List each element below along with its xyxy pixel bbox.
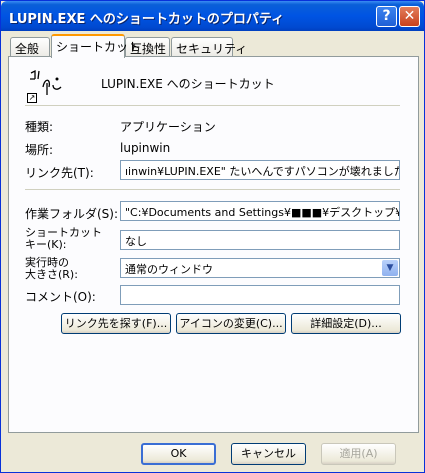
shortcut-name: LUPIN.EXE へのショートカット: [101, 77, 275, 91]
location-label: 場所:: [25, 143, 54, 157]
help-button[interactable]: ?: [376, 6, 397, 27]
run-select[interactable]: 通常のウィンドウ ▼: [120, 258, 400, 278]
comment-label: コメント(O):: [25, 290, 96, 304]
find-target-button[interactable]: リンク先を探す(F)...: [61, 313, 171, 334]
hotkey-label-line2: キー(K):: [25, 238, 67, 251]
tab-security[interactable]: セキュリティ: [171, 37, 247, 56]
chevron-down-icon[interactable]: ▼: [382, 260, 398, 276]
startin-label: 作業フォルダ(S):: [25, 207, 119, 221]
ok-button[interactable]: OK: [141, 443, 216, 465]
shortcut-icon: ↗: [27, 67, 65, 103]
properties-dialog: LUPIN.EXE へのショートカットのプロパティ ? ✕ 全般 ショートカット…: [0, 0, 425, 473]
location-value: lupinwin: [120, 141, 171, 155]
target-input[interactable]: ıinwin¥LUPIN.EXE" たいへんですパソコンが壊れました！！: [120, 160, 400, 180]
startin-input[interactable]: "C:¥Documents and Settings¥■■■¥デスクトップ¥lu…: [120, 201, 400, 221]
separator-2: [25, 189, 400, 190]
type-label: 種類:: [25, 120, 54, 134]
close-button[interactable]: ✕: [399, 6, 420, 27]
advanced-button[interactable]: 詳細設定(D)...: [291, 313, 401, 334]
window-title: LUPIN.EXE へのショートカットのプロパティ: [9, 12, 285, 27]
shortcut-arrow-icon: ↗: [27, 93, 37, 103]
change-icon-button[interactable]: アイコンの変更(C)...: [176, 313, 286, 334]
title-bar[interactable]: LUPIN.EXE へのショートカットのプロパティ ? ✕: [1, 1, 424, 31]
run-label-line2: 大きさ(R):: [25, 268, 78, 281]
tab-general[interactable]: 全般: [10, 37, 50, 56]
hotkey-input[interactable]: なし: [120, 230, 400, 250]
separator-1: [25, 105, 400, 106]
type-value: アプリケーション: [120, 120, 216, 134]
run-select-value: 通常のウィンドウ: [125, 263, 213, 276]
target-label: リンク先(T):: [25, 166, 94, 180]
apply-button[interactable]: 適用(A): [321, 443, 396, 465]
comment-input[interactable]: [120, 285, 400, 305]
cancel-button[interactable]: キャンセル: [231, 443, 306, 465]
tab-shortcut[interactable]: ショートカット: [51, 34, 140, 58]
